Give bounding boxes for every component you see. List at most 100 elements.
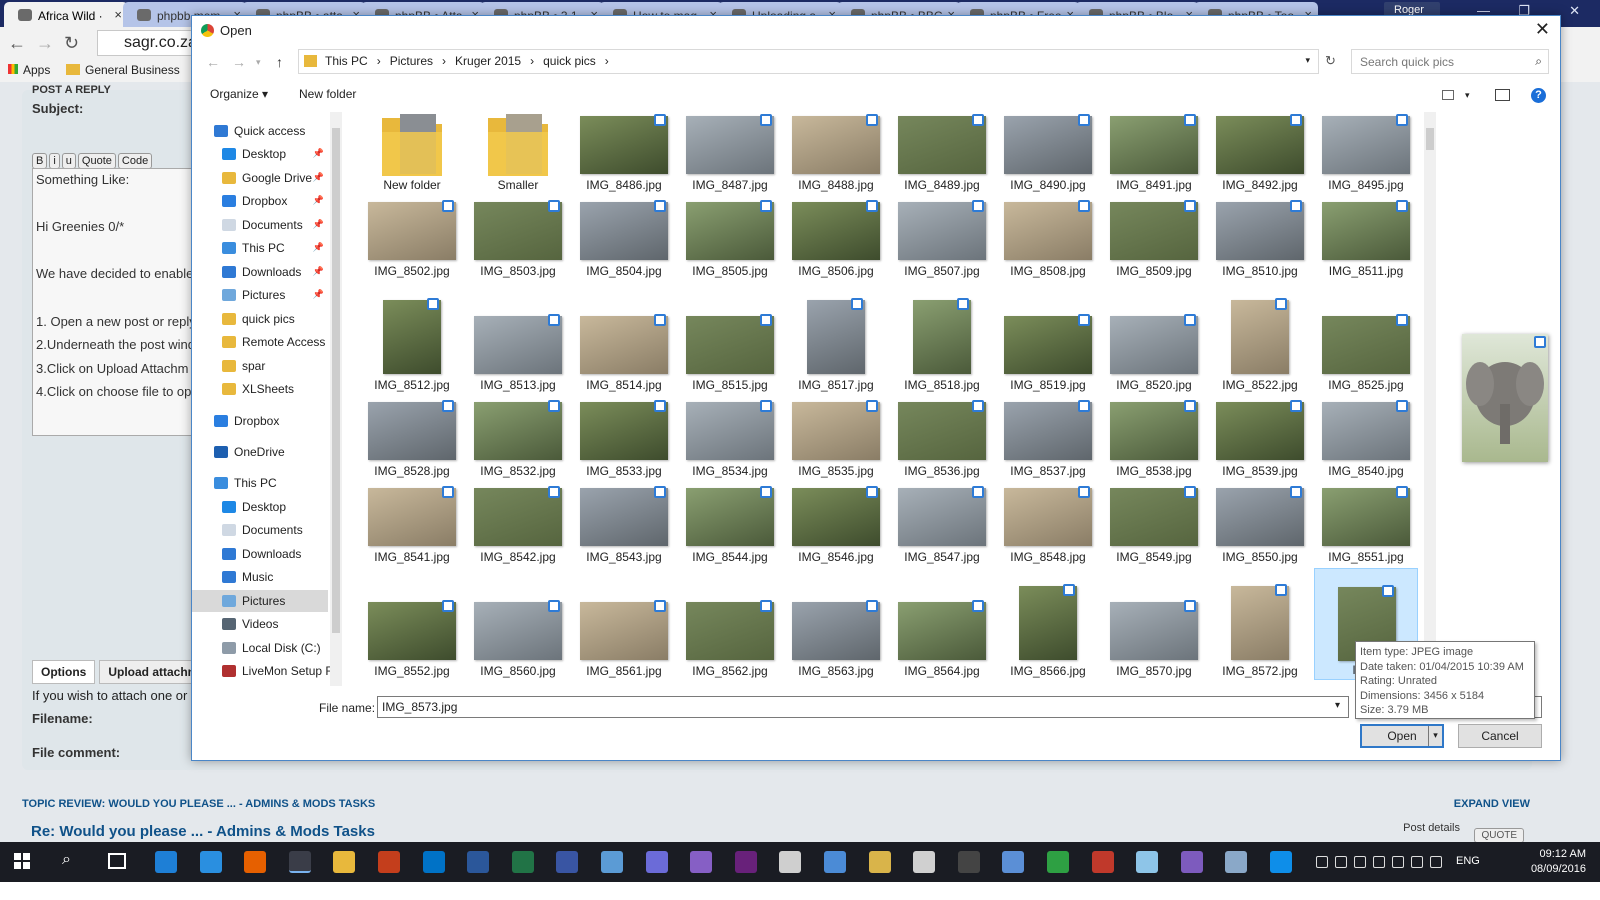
files-scroll-thumb[interactable]: [1426, 128, 1434, 150]
nav-item[interactable]: Dropbox: [192, 410, 328, 432]
nav-item[interactable]: Desktop 📌: [192, 143, 328, 165]
task-view-icon[interactable]: [108, 853, 126, 869]
app-icon[interactable]: [601, 851, 623, 873]
breadcrumb-item[interactable]: Pictures: [390, 54, 433, 68]
nav-item[interactable]: Quick access: [192, 120, 328, 142]
nav-item[interactable]: OneDrive: [192, 441, 328, 463]
file-item[interactable]: IMG_8518.jpg: [890, 282, 994, 394]
file-item[interactable]: IMG_8543.jpg: [572, 482, 676, 566]
nav-item[interactable]: Downloads: [192, 543, 328, 565]
organize-button[interactable]: Organize ▾: [210, 87, 268, 101]
file-item[interactable]: IMG_8488.jpg: [784, 110, 888, 194]
file-item[interactable]: IMG_8511.jpg: [1314, 196, 1418, 280]
cancel-button[interactable]: Cancel: [1458, 724, 1542, 748]
vb-icon[interactable]: [1091, 851, 1114, 873]
file-item[interactable]: Smaller: [466, 110, 570, 194]
visio-icon[interactable]: [556, 851, 579, 873]
eye-icon[interactable]: [1047, 851, 1069, 873]
nav-item[interactable]: Documents 📌: [192, 214, 328, 236]
review-post-title[interactable]: Re: Would you please ... - Admins & Mods…: [31, 823, 375, 840]
visual-studio-icon[interactable]: [690, 851, 713, 873]
format-button[interactable]: Quote: [77, 153, 116, 169]
filename-input[interactable]: IMG_8573.jpg: [377, 696, 1349, 718]
file-item[interactable]: IMG_8525.jpg: [1314, 282, 1418, 394]
server-icon[interactable]: [1225, 851, 1248, 873]
chrome-icon[interactable]: [288, 851, 311, 873]
nav-item[interactable]: Documents: [192, 519, 328, 541]
file-item[interactable]: IMG_8522.jpg: [1208, 282, 1312, 394]
notepad-icon[interactable]: [1136, 851, 1159, 873]
file-item[interactable]: New folder: [360, 110, 464, 194]
chevron-down-icon[interactable]: ▾: [1335, 700, 1340, 711]
file-item[interactable]: IMG_8508.jpg: [996, 196, 1100, 280]
file-item[interactable]: IMG_8491.jpg: [1102, 110, 1206, 194]
file-item[interactable]: IMG_8532.jpg: [466, 396, 570, 480]
nav-item[interactable]: This PC: [192, 472, 328, 494]
breadcrumb-bar[interactable]: This PC › Pictures › Kruger 2015 › quick pics ›…: [298, 49, 1319, 74]
general-business-bookmark[interactable]: General Business: [66, 63, 180, 77]
file-item[interactable]: IMG_8560.jpg: [466, 568, 570, 680]
viber-icon[interactable]: [1180, 851, 1203, 873]
file-item[interactable]: IMG_8551.jpg: [1314, 482, 1418, 566]
firefox-icon[interactable]: [244, 851, 267, 873]
word-icon[interactable]: [467, 851, 490, 873]
view-icon[interactable]: [1442, 90, 1454, 100]
breadcrumb-item[interactable]: quick pics: [543, 54, 596, 68]
breadcrumb-item[interactable]: This PC: [325, 54, 368, 68]
keeper-icon[interactable]: [913, 851, 936, 873]
breadcrumb-item[interactable]: Kruger 2015: [455, 54, 521, 68]
nav-item[interactable]: This PC 📌: [192, 237, 328, 259]
forward-icon[interactable]: →: [36, 33, 54, 54]
file-item[interactable]: IMG_8510.jpg: [1208, 196, 1312, 280]
chevron-down-icon[interactable]: ▾: [1305, 55, 1310, 66]
battery-icon[interactable]: [1335, 856, 1347, 868]
file-item[interactable]: IMG_8490.jpg: [996, 110, 1100, 194]
file-item[interactable]: IMG_8535.jpg: [784, 396, 888, 480]
file-item[interactable]: IMG_8570.jpg: [1102, 568, 1206, 680]
back-icon[interactable]: ←: [206, 54, 220, 70]
input-language[interactable]: ENG: [1456, 855, 1480, 867]
clock[interactable]: 09:12 AM 08/09/2016: [1531, 847, 1586, 877]
file-item[interactable]: IMG_8528.jpg: [360, 396, 464, 480]
file-item[interactable]: IMG_8550.jpg: [1208, 482, 1312, 566]
file-item[interactable]: IMG_8537.jpg: [996, 396, 1100, 480]
file-item[interactable]: IMG_8513.jpg: [466, 282, 570, 394]
chevron-down-icon[interactable]: ▾: [1465, 90, 1470, 101]
search-input[interactable]: Search quick pics ⌕: [1351, 49, 1549, 74]
post-details-link[interactable]: Post details: [1403, 822, 1460, 834]
expand-view-link[interactable]: EXPAND VIEW: [1454, 798, 1530, 810]
file-item[interactable]: IMG_8564.jpg: [890, 568, 994, 680]
nav-item[interactable]: Downloads 📌: [192, 261, 328, 283]
tab-options[interactable]: Options: [32, 660, 96, 684]
file-item[interactable]: IMG_8486.jpg: [572, 110, 676, 194]
nav-item[interactable]: Dropbox 📌: [192, 190, 328, 212]
file-item[interactable]: IMG_8566.jpg: [996, 568, 1100, 680]
quote-button[interactable]: QUOTE: [1474, 828, 1524, 843]
chevron-up-icon[interactable]: [1316, 856, 1328, 868]
edge-icon[interactable]: [155, 851, 177, 873]
file-item[interactable]: IMG_8502.jpg: [360, 196, 464, 280]
nav-item[interactable]: Google Drive 📌: [192, 167, 328, 189]
excel-icon[interactable]: [511, 851, 534, 873]
nav-scroll-thumb[interactable]: [332, 128, 340, 633]
notifications-icon[interactable]: [1430, 856, 1442, 868]
file-item[interactable]: IMG_8489.jpg: [890, 110, 994, 194]
apps-bookmark[interactable]: Apps: [8, 63, 50, 77]
calculator-icon[interactable]: [779, 851, 802, 873]
file-item[interactable]: IMG_8546.jpg: [784, 482, 888, 566]
visual-studio-icon[interactable]: [734, 851, 757, 873]
file-item[interactable]: IMG_8534.jpg: [678, 396, 782, 480]
dropbox-icon[interactable]: [1373, 856, 1385, 868]
format-button[interactable]: B: [32, 153, 48, 169]
file-item[interactable]: IMG_8515.jpg: [678, 282, 782, 394]
start-icon[interactable]: [14, 853, 30, 869]
recent-locations-icon[interactable]: ▾: [256, 57, 261, 68]
help-icon[interactable]: ?: [1531, 88, 1546, 103]
file-item[interactable]: IMG_8505.jpg: [678, 196, 782, 280]
file-item[interactable]: IMG_8547.jpg: [890, 482, 994, 566]
format-button[interactable]: i: [49, 153, 60, 169]
ie-icon[interactable]: [199, 851, 222, 873]
volume-icon[interactable]: [1392, 856, 1404, 868]
teamviewer-icon[interactable]: [1270, 851, 1292, 873]
file-item[interactable]: IMG_8520.jpg: [1102, 282, 1206, 394]
